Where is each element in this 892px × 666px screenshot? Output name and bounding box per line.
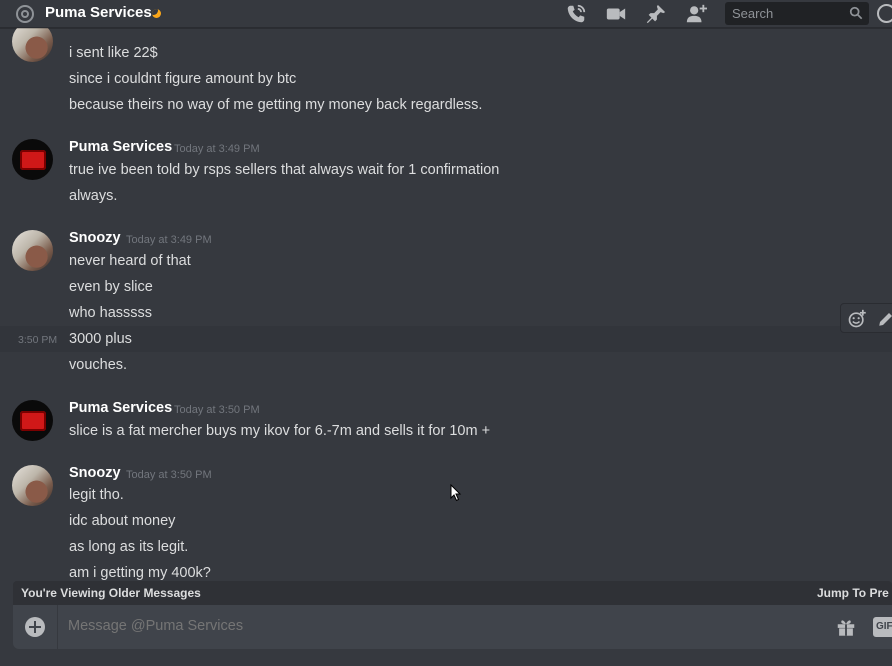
search-icon xyxy=(849,6,863,20)
puma-logo xyxy=(19,410,46,431)
message-text: who hasssss xyxy=(69,305,153,321)
message-author[interactable]: Snoozy xyxy=(69,465,121,481)
message-timestamp: Today at 3:49 PM xyxy=(174,143,260,155)
message-author[interactable]: Snoozy xyxy=(69,230,121,246)
message-text: legit tho. xyxy=(69,487,124,503)
message-text: am i getting my 400k? xyxy=(69,565,211,581)
video-call-icon[interactable] xyxy=(605,3,627,25)
message-timestamp: Today at 3:50 PM xyxy=(126,469,212,481)
add-reaction-icon[interactable] xyxy=(847,309,867,329)
pinned-messages-icon[interactable] xyxy=(645,3,667,25)
at-sign-icon xyxy=(16,5,34,23)
message-text: never heard of that xyxy=(69,253,191,269)
search-placeholder: Search xyxy=(732,6,774,21)
message-list: i sent like 22$ since i couldnt figure a… xyxy=(0,28,892,581)
older-messages-notice: You're Viewing Older Messages xyxy=(21,586,201,600)
message-text: since i couldnt figure amount by btc xyxy=(69,71,297,87)
message-text: even by slice xyxy=(69,279,153,295)
message-text: slice is a fat mercher buys my ikov for … xyxy=(69,423,491,439)
upload-plus-icon[interactable] xyxy=(25,617,45,637)
help-icon[interactable] xyxy=(877,4,892,23)
avatar[interactable] xyxy=(12,230,53,271)
message-author[interactable]: Puma Services xyxy=(69,400,172,416)
search-box[interactable]: Search xyxy=(725,2,869,25)
message-timestamp: Today at 3:49 PM xyxy=(126,234,212,246)
avatar[interactable] xyxy=(12,465,53,506)
message-composer: GIF xyxy=(13,605,892,649)
edit-pencil-icon[interactable] xyxy=(877,310,892,328)
idle-status-icon xyxy=(152,9,161,18)
message-input[interactable] xyxy=(68,618,768,634)
channel-title: Puma Services xyxy=(45,4,152,21)
avatar[interactable] xyxy=(12,400,53,441)
message-actions xyxy=(840,303,892,333)
avatar[interactable] xyxy=(12,28,53,62)
avatar[interactable] xyxy=(12,139,53,180)
message-text: as long as its legit. xyxy=(69,539,189,555)
hover-timestamp: 3:50 PM xyxy=(18,334,58,346)
message-text: vouches. xyxy=(69,357,128,373)
gift-icon[interactable] xyxy=(835,616,857,638)
jump-to-present-button[interactable]: Jump To Pre xyxy=(817,586,889,600)
message-text: always. xyxy=(69,188,118,204)
composer-divider xyxy=(57,605,58,649)
mouse-cursor-icon xyxy=(450,484,462,502)
puma-logo xyxy=(19,149,46,170)
add-friend-icon[interactable] xyxy=(685,3,707,25)
message-text: true ive been told by rsps sellers that … xyxy=(69,162,500,178)
older-messages-bar: You're Viewing Older Messages Jump To Pr… xyxy=(13,581,892,605)
message-author[interactable]: Puma Services xyxy=(69,139,172,155)
message-text: 3000 plus xyxy=(69,331,132,347)
gif-button[interactable]: GIF xyxy=(873,617,892,637)
message-text: idc about money xyxy=(69,513,176,529)
message-text: because theirs no way of me getting my m… xyxy=(69,97,483,113)
message-timestamp: Today at 3:50 PM xyxy=(174,404,260,416)
voice-call-icon[interactable] xyxy=(565,3,587,25)
channel-header: Puma Services Search xyxy=(0,0,892,28)
hovered-message-row[interactable] xyxy=(0,326,892,352)
message-text: i sent like 22$ xyxy=(69,45,158,61)
